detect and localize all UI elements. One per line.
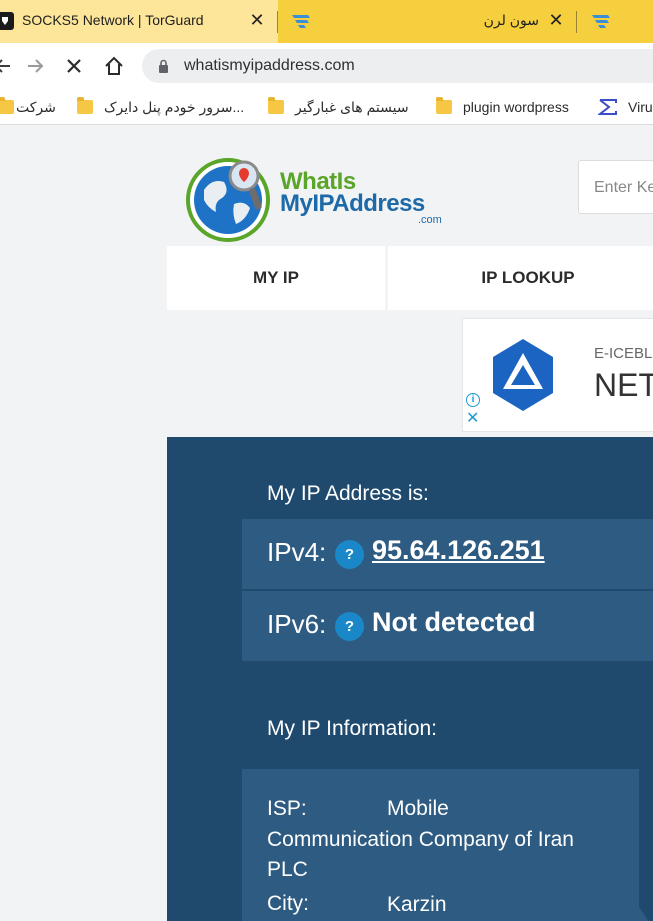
folder-icon — [77, 97, 93, 114]
globe-magnifier-icon — [186, 158, 270, 242]
info-box-arrow-icon — [639, 907, 649, 921]
bookmark-item[interactable]: Viru — [598, 97, 653, 117]
bookmark-label: Viru — [628, 99, 653, 115]
nav-ip-lookup[interactable]: IP LOOKUP — [388, 246, 653, 310]
ad-info-icon[interactable]: i — [466, 393, 480, 407]
url-text[interactable]: whatismyipaddress.com — [184, 57, 355, 75]
virustotal-icon — [598, 99, 617, 115]
ad-brand-text: E-ICEBL — [594, 345, 653, 362]
tab-close-icon[interactable]: ✕ — [246, 9, 268, 31]
logo-text-myipaddress: MyIPAddress — [280, 190, 425, 217]
ad-product-text: NET — [594, 367, 653, 403]
forward-arrow-icon[interactable] — [22, 53, 48, 79]
site-logo[interactable]: WhatIs MyIPAddress .com — [186, 152, 456, 242]
lock-icon[interactable] — [158, 59, 169, 73]
home-icon[interactable] — [101, 53, 127, 79]
tab-title-torguard: SOCKS5 Network | TorGuard — [22, 12, 204, 28]
ad-banner[interactable]: E-ICEBL NET i ✕ — [462, 318, 653, 432]
back-arrow-icon[interactable] — [0, 53, 16, 79]
search-placeholder: Enter Ke — [594, 179, 653, 196]
bookmark-label: plugin wordpress — [463, 99, 569, 115]
ip-address-panel: My IP Address is: IPv4: ? 95.64.126.251 … — [167, 437, 653, 921]
ip-info-box: ISP: Mobile Communication Company of Ira… — [242, 769, 639, 921]
ad-logo-icon — [493, 339, 553, 411]
logo-text-com: .com — [418, 214, 442, 226]
main-nav: MY IP IP LOOKUP — [167, 246, 653, 310]
bookmark-item[interactable]: شرکت — [16, 97, 56, 117]
folder-icon — [436, 97, 452, 114]
isp-value-line2: Communication Company of Iran — [267, 828, 574, 851]
bookmark-label: شرکت — [16, 98, 56, 115]
city-value: Karzin — [387, 893, 447, 916]
folder-icon — [0, 97, 14, 114]
ad-close-icon[interactable]: ✕ — [466, 411, 479, 427]
ipv4-help-icon[interactable]: ? — [335, 540, 364, 569]
tab-separator — [277, 11, 278, 33]
sevenlearn-favicon-icon[interactable] — [590, 12, 612, 30]
bookmark-folder[interactable] — [0, 97, 14, 117]
isp-value-line3: PLC — [267, 858, 308, 881]
bookmark-item[interactable]: سرور خودم پنل دایرک... — [104, 97, 244, 117]
ip-search-input[interactable]: Enter Ke — [578, 160, 653, 214]
ipv6-row: IPv6: ? Not detected — [242, 591, 653, 661]
ipv6-label: IPv6: — [267, 609, 327, 639]
tab-torguard[interactable]: SOCKS5 Network | TorGuard ✕ — [0, 0, 278, 43]
browser-toolbar: whatismyipaddress.com — [0, 43, 653, 89]
tab-title-sevenlearn: سون لرن — [483, 12, 539, 28]
bookmark-item[interactable]: plugin wordpress — [436, 97, 569, 117]
bookmark-label: سرور خودم پنل دایرک... — [104, 98, 245, 115]
tab-separator — [576, 11, 577, 33]
isp-value-line1: Mobile — [387, 797, 449, 820]
bookmark-folder[interactable] — [268, 97, 284, 117]
tab-strip: SOCKS5 Network | TorGuard ✕ سون لرن ✕ — [0, 0, 653, 43]
ipv6-value: Not detected — [372, 607, 536, 637]
bookmark-item[interactable]: سیستم های غبارگیر — [295, 97, 409, 117]
bookmarks-bar: شرکت سرور خودم پنل دایرک... سیستم های غب… — [0, 89, 653, 125]
my-ip-title: My IP Address is: — [267, 482, 429, 505]
page-content: WhatIs MyIPAddress .com Enter Ke MY IP I… — [0, 126, 653, 921]
bookmark-label: سیستم های غبارگیر — [295, 98, 409, 115]
stop-loading-icon[interactable] — [61, 53, 87, 79]
address-bar[interactable]: whatismyipaddress.com — [142, 49, 653, 83]
sevenlearn-favicon-icon — [292, 15, 310, 28]
tab-close-icon[interactable]: ✕ — [545, 9, 567, 31]
ipv4-row: IPv4: ? 95.64.126.251 — [242, 519, 653, 589]
nav-my-ip[interactable]: MY IP — [167, 246, 385, 310]
bookmark-folder[interactable] — [77, 97, 93, 117]
isp-label: ISP: — [267, 797, 307, 820]
folder-icon — [268, 97, 284, 114]
ipv6-help-icon[interactable]: ? — [335, 612, 364, 641]
ip-info-title: My IP Information: — [267, 717, 438, 740]
ipv4-value-link[interactable]: 95.64.126.251 — [372, 535, 545, 566]
city-label: City: — [267, 892, 309, 915]
ipv4-label: IPv4: — [267, 537, 327, 567]
torguard-favicon-icon — [0, 12, 14, 30]
tab-sevenlearn[interactable]: سون لرن ✕ — [320, 0, 575, 43]
